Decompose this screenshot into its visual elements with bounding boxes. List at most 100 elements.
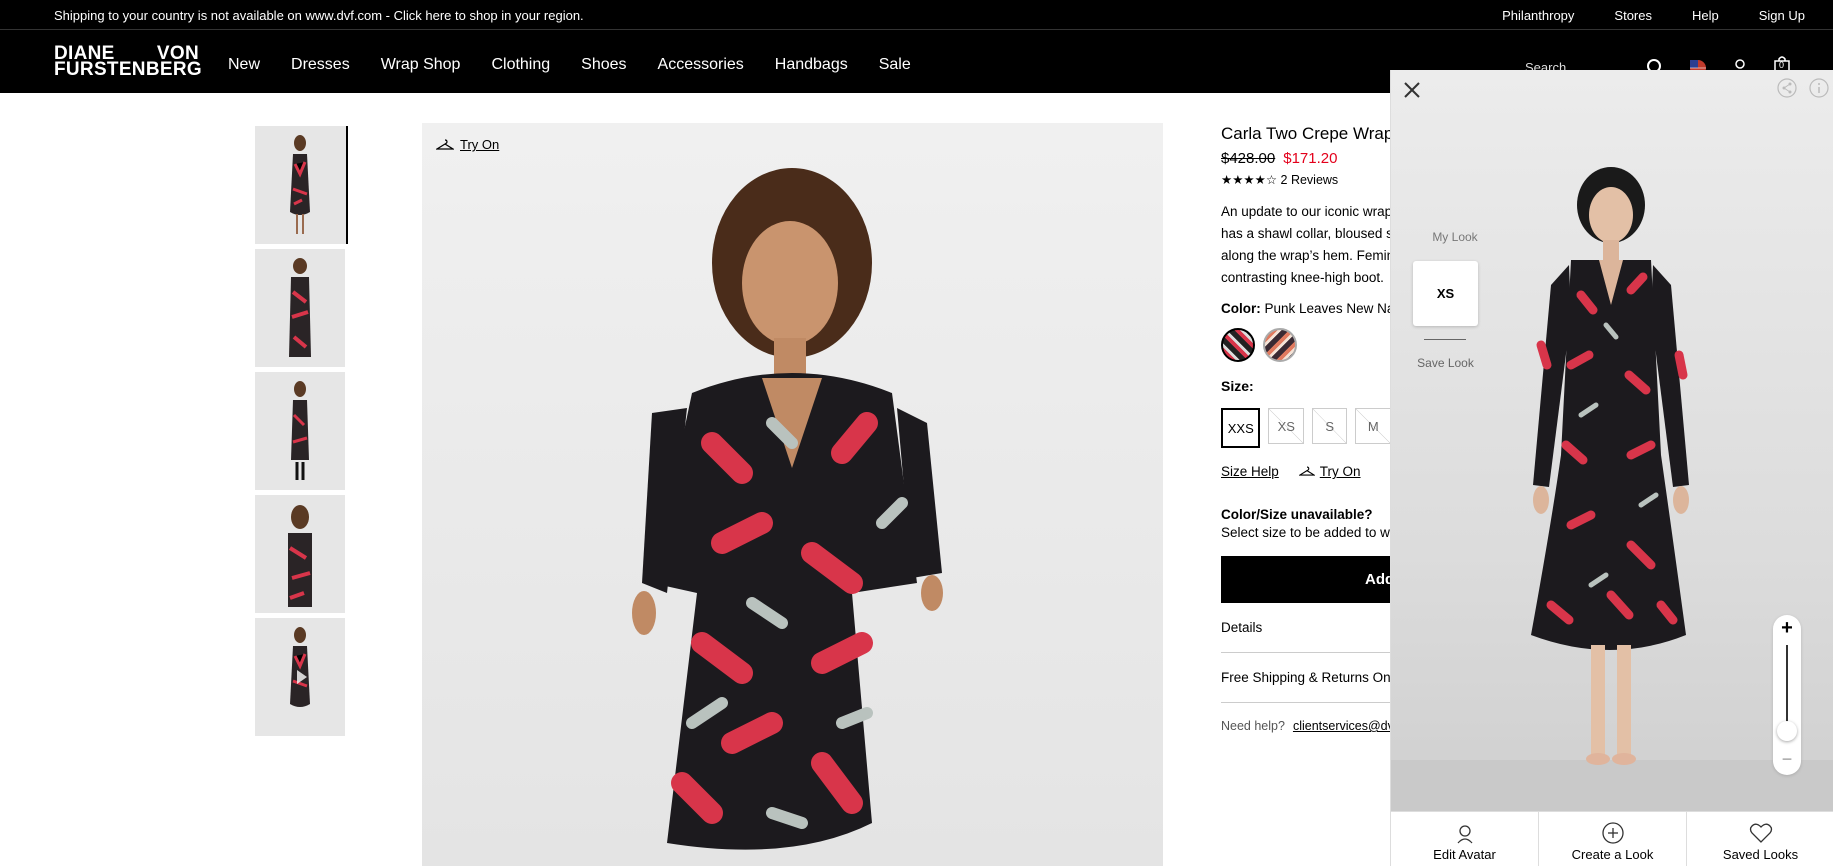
- try-on-label: Try On: [1319, 464, 1361, 479]
- size-m[interactable]: M: [1355, 408, 1391, 444]
- rating-row[interactable]: ★★★★☆ 2 Reviews: [1221, 172, 1391, 187]
- size-options: XXS XS S M: [1221, 408, 1391, 448]
- close-panel-button[interactable]: [1403, 78, 1421, 106]
- heart-icon: [1749, 823, 1772, 843]
- plus-circle-icon: [1601, 822, 1624, 844]
- info-icon[interactable]: [1809, 78, 1829, 98]
- thumbnail-4[interactable]: [255, 495, 345, 613]
- brand-logo[interactable]: DIANE VON FURSTENBERG: [54, 44, 202, 80]
- dress-photo-thumbnail: [290, 135, 310, 234]
- star-rating-icon: ★★★★☆: [1221, 173, 1278, 187]
- try-on-link-gallery[interactable]: Try On: [436, 137, 499, 152]
- color-value: Punk Leaves New Nav: [1264, 301, 1391, 316]
- look-size: XS: [1436, 286, 1455, 301]
- nav-accessories[interactable]: Accessories: [658, 56, 744, 74]
- hanger-icon: [436, 138, 454, 150]
- saved-looks-label: Saved Looks: [1722, 847, 1799, 862]
- zoom-in-button[interactable]: +: [1773, 617, 1801, 640]
- help-link[interactable]: Help: [1692, 8, 1719, 23]
- create-look-button[interactable]: Create a Look: [1539, 812, 1687, 866]
- sign-up-link[interactable]: Sign Up: [1759, 8, 1805, 23]
- cart-count: 0: [1779, 60, 1785, 70]
- nav-wrap-shop[interactable]: Wrap Shop: [381, 56, 461, 74]
- shipping-accordion[interactable]: Free Shipping & Returns On A: [1221, 653, 1391, 703]
- try-on-bottom-bar: Edit Avatar Create a Look Saved Looks: [1391, 811, 1833, 866]
- look-card[interactable]: XS: [1413, 261, 1478, 326]
- model-wearing-dress-image: [632, 168, 943, 850]
- philanthropy-link[interactable]: Philanthropy: [1502, 8, 1574, 23]
- nav-handbags[interactable]: Handbags: [775, 56, 848, 74]
- look-divider: [1424, 339, 1466, 340]
- utility-links: Philanthropy Stores Help Sign Up: [1502, 8, 1805, 23]
- hanger-icon: [1298, 466, 1315, 476]
- unavailable-title: Color/Size unavailable?: [1221, 507, 1373, 522]
- shipping-message-link[interactable]: Shipping to your country is not availabl…: [54, 8, 584, 23]
- reviews-link[interactable]: 2 Reviews: [1281, 173, 1339, 187]
- dress-photo-thumbnail: [288, 505, 312, 607]
- stores-link[interactable]: Stores: [1614, 8, 1652, 23]
- need-help-row: Need help? clientservices@dvf.: [1221, 719, 1391, 733]
- nav-dresses[interactable]: Dresses: [291, 56, 350, 74]
- size-help-link[interactable]: Size Help: [1221, 464, 1279, 479]
- panel-top-actions: [1777, 78, 1829, 98]
- description-line: contrasting knee-high boot.: [1221, 270, 1384, 285]
- size-links: Size Help Try On: [1221, 464, 1391, 479]
- client-services-email-link[interactable]: clientservices@dvf.: [1293, 719, 1391, 733]
- dress-photo-thumbnail: [290, 627, 310, 707]
- shipping-banner: Shipping to your country is not availabl…: [0, 0, 1833, 30]
- size-s[interactable]: S: [1311, 408, 1348, 444]
- main-nav: New Dresses Wrap Shop Clothing Shoes Acc…: [228, 56, 911, 74]
- product-info: Carla Two Crepe Wrap $428.00 $171.20 ★★★★…: [1221, 124, 1391, 733]
- logo-word-furstenberg: FURSTENBERG: [54, 59, 202, 80]
- dress-photo-thumbnail: [291, 381, 309, 480]
- try-on-link[interactable]: Try On: [1298, 464, 1361, 479]
- color-swatches: [1221, 328, 1391, 362]
- zoom-slider-handle[interactable]: [1777, 721, 1797, 741]
- create-look-label: Create a Look: [1571, 847, 1654, 862]
- description-line: An update to our iconic wrap: [1221, 204, 1391, 219]
- saved-looks-button[interactable]: Saved Looks: [1687, 812, 1833, 866]
- thumbnail-1[interactable]: [255, 126, 348, 244]
- nav-shoes[interactable]: Shoes: [581, 56, 626, 74]
- sale-price: $171.20: [1283, 150, 1338, 167]
- color-row: Color: Punk Leaves New Nav: [1221, 301, 1391, 316]
- thumbnail-gallery: [255, 126, 348, 741]
- dress-photo-thumbnail: [289, 258, 311, 357]
- thumbnail-3[interactable]: [255, 372, 345, 490]
- original-price: $428.00: [1221, 150, 1276, 167]
- add-to-bag-button[interactable]: Add: [1221, 556, 1391, 603]
- description-line: along the wrap’s hem. Femini: [1221, 248, 1391, 263]
- edit-avatar-button[interactable]: Edit Avatar: [1391, 812, 1539, 866]
- main-product-image[interactable]: [422, 123, 1163, 866]
- nav-clothing[interactable]: Clothing: [491, 56, 550, 74]
- virtual-try-on-panel: My Look XS Save Look + − Edit Avatar Cre…: [1390, 70, 1833, 866]
- zoom-out-button[interactable]: −: [1773, 749, 1801, 770]
- avatar-wearing-dress[interactable]: [1511, 165, 1711, 770]
- description-line: has a shawl collar, bloused sl: [1221, 226, 1391, 241]
- details-accordion[interactable]: Details: [1221, 603, 1391, 653]
- save-look-button[interactable]: Save Look: [1408, 356, 1483, 370]
- thumbnail-5-video[interactable]: [255, 618, 345, 736]
- product-description: An update to our iconic wrap has a shawl…: [1221, 201, 1391, 289]
- edit-avatar-label: Edit Avatar: [1433, 847, 1496, 862]
- nav-new[interactable]: New: [228, 56, 260, 74]
- size-label: Size:: [1221, 378, 1254, 394]
- try-on-label: Try On: [460, 137, 500, 152]
- thumbnail-2[interactable]: [255, 249, 345, 367]
- close-icon: [1404, 82, 1420, 98]
- zoom-control: + −: [1773, 615, 1801, 775]
- product-title: Carla Two Crepe Wrap: [1221, 124, 1391, 143]
- need-help-label: Need help?: [1221, 719, 1285, 733]
- unavailable-subtitle: Select size to be added to wa: [1221, 525, 1391, 540]
- swatch-alternate-print[interactable]: [1263, 328, 1297, 362]
- size-xxs[interactable]: XXS: [1221, 408, 1261, 448]
- size-xs[interactable]: XS: [1268, 408, 1304, 444]
- my-look-label: My Look: [1432, 230, 1478, 244]
- share-icon[interactable]: [1777, 78, 1797, 98]
- swatch-punk-leaves-navy[interactable]: [1221, 328, 1255, 362]
- price-row: $428.00 $171.20: [1221, 150, 1391, 167]
- color-label: Color:: [1221, 301, 1261, 316]
- avatar-stage: My Look XS Save Look + −: [1391, 70, 1833, 811]
- avatar-icon: [1457, 825, 1472, 844]
- nav-sale[interactable]: Sale: [879, 56, 911, 74]
